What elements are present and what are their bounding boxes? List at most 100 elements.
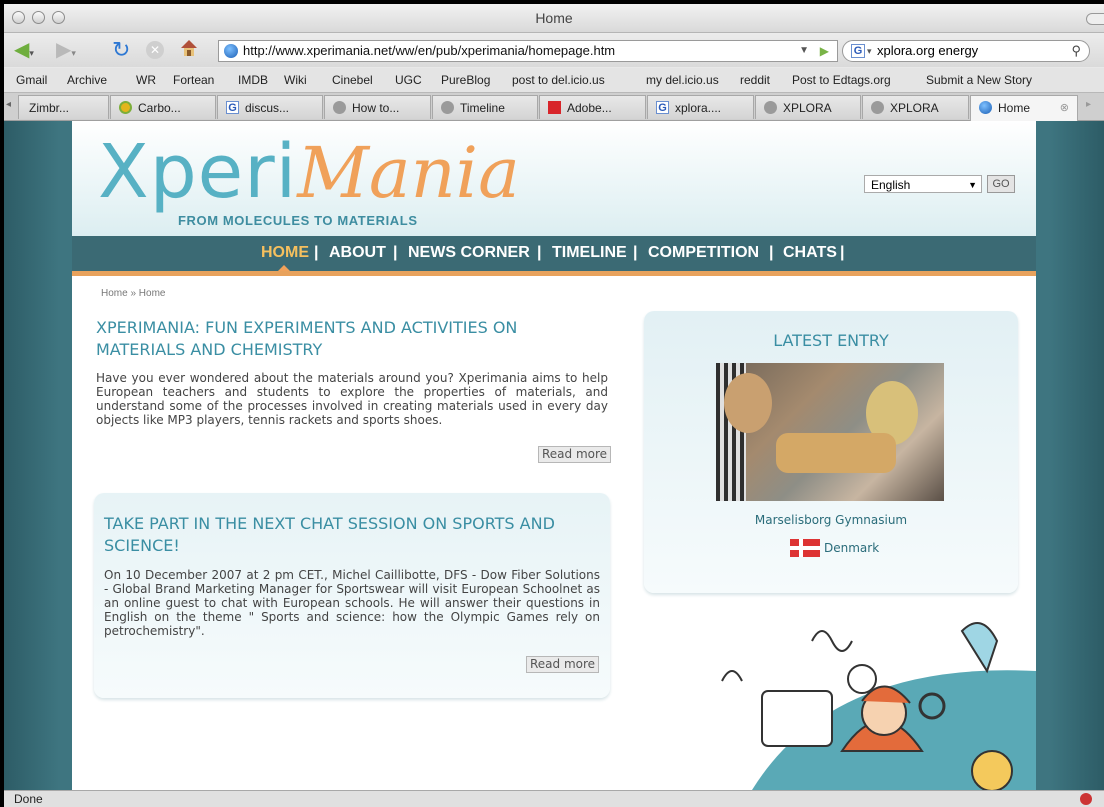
nav-timeline[interactable]: TIMELINE — [552, 244, 627, 262]
tab-scroll-right-icon[interactable]: ▸ — [1086, 99, 1091, 110]
read-more-button[interactable]: Read more — [538, 446, 612, 463]
tab[interactable]: XPLORA — [755, 95, 861, 119]
site-tagline: FROM MOLECULES TO MATERIALS — [178, 213, 418, 228]
search-box[interactable]: G ▾ xplora.org energy ⚲ — [842, 40, 1090, 62]
address-text: http://www.xperimania.net/ww/en/pub/xper… — [243, 43, 616, 58]
address-dropdown-icon[interactable]: ▼ — [799, 41, 809, 61]
entry-country: Denmark — [824, 541, 880, 555]
search-input[interactable]: xplora.org energy — [877, 41, 978, 61]
tab-label: Carbo... — [138, 101, 181, 115]
address-bar[interactable]: http://www.xperimania.net/ww/en/pub/xper… — [218, 40, 838, 62]
globe-icon — [764, 101, 777, 114]
tab[interactable]: Adobe... — [539, 95, 646, 119]
nav-about[interactable]: ABOUT — [329, 244, 386, 262]
google-icon: G — [226, 101, 239, 114]
bookmark-item[interactable]: Wiki — [284, 73, 307, 87]
bookmark-item[interactable]: post to del.icio.us — [512, 73, 605, 87]
home-icon[interactable] — [178, 37, 200, 64]
entry-photo[interactable] — [716, 363, 944, 501]
tab-bar: ◂ Zimbr... Carbo... Gdiscus... How to...… — [4, 93, 1104, 121]
tab[interactable]: XPLORA — [862, 95, 969, 119]
nav-separator: | — [633, 244, 638, 261]
tab-label: Timeline — [460, 101, 505, 115]
tab-label: XPLORA — [783, 101, 832, 115]
tab-label: How to... — [352, 101, 400, 115]
site-page: XperiMania FROM MOLECULES TO MATERIALS E… — [72, 121, 1036, 790]
search-engine-icon[interactable]: G — [851, 44, 865, 58]
tab-label: XPLORA — [890, 101, 939, 115]
forward-arrow-icon[interactable]: ▶▾ — [56, 39, 76, 64]
search-icon[interactable]: ⚲ — [1071, 41, 1081, 61]
tab-scroll-left-icon[interactable]: ◂ — [6, 99, 11, 110]
site-logo[interactable]: XperiMania — [98, 129, 520, 215]
read-more-button[interactable]: Read more — [526, 656, 600, 673]
reload-icon[interactable]: ↻ — [112, 39, 130, 61]
bookmark-item[interactable]: Archive — [67, 73, 107, 87]
nav-separator: | — [314, 244, 319, 261]
bookmark-item[interactable]: Submit a New Story — [926, 73, 1032, 87]
bookmarks-toolbar: Gmail Archive WR Fortean IMDB Wiki Cineb… — [4, 68, 1104, 93]
tab-active[interactable]: Home ⊗ — [970, 95, 1078, 121]
entry-school-name[interactable]: Marselisborg Gymnasium — [644, 513, 1018, 527]
addon-status-icon[interactable] — [1080, 793, 1092, 805]
nav-separator: | — [769, 244, 774, 261]
bookmark-item[interactable]: Post to Edtags.org — [792, 73, 891, 87]
navigation-toolbar: ◀▾ ▶▾ ↻ ✕ http://www.xperimania.net/ww/e… — [4, 33, 1104, 67]
tab[interactable]: Zimbr... — [18, 95, 109, 119]
bookmark-item[interactable]: reddit — [740, 73, 770, 87]
tab-close-icon[interactable]: ⊗ — [1060, 101, 1069, 114]
tab-label: Zimbr... — [29, 101, 70, 115]
back-arrow-icon[interactable]: ◀▾ — [14, 39, 34, 64]
article-title[interactable]: TAKE PART IN THE NEXT CHAT SESSION ON SP… — [104, 513, 574, 557]
bookmark-item[interactable]: my del.icio.us — [646, 73, 719, 87]
bookmark-item[interactable]: Cinebel — [332, 73, 373, 87]
latest-entry-heading: LATEST ENTRY — [773, 331, 889, 350]
logo-text-right: Mania — [297, 132, 520, 214]
bookmark-item[interactable]: Fortean — [173, 73, 214, 87]
nav-news-corner[interactable]: NEWS CORNER — [408, 244, 530, 262]
tab[interactable]: Carbo... — [110, 95, 216, 119]
nav-chats[interactable]: CHATS — [783, 244, 837, 262]
globe-icon — [979, 101, 992, 114]
go-arrow-icon[interactable]: ▶ — [820, 41, 829, 61]
window-title: Home — [535, 10, 573, 26]
article-body: On 10 December 2007 at 2 pm CET., Michel… — [104, 568, 600, 638]
chevron-down-icon: ▼ — [968, 180, 977, 190]
globe-icon — [333, 101, 346, 114]
bookmark-item[interactable]: UGC — [395, 73, 422, 87]
site-header: XperiMania FROM MOLECULES TO MATERIALS E… — [72, 121, 1036, 236]
language-go-button[interactable]: GO — [987, 175, 1015, 193]
globe-icon — [871, 101, 884, 114]
tab-label: Adobe... — [567, 101, 612, 115]
search-engine-dropdown-icon[interactable]: ▾ — [867, 41, 872, 61]
title-bar: Home — [4, 4, 1104, 33]
kids-illustration — [721, 622, 1036, 790]
nav-separator: | — [393, 244, 398, 261]
adobe-icon — [548, 101, 561, 114]
stop-icon[interactable]: ✕ — [146, 41, 164, 59]
language-select[interactable]: English ▼ — [864, 175, 982, 193]
tab-label: Home — [998, 101, 1031, 115]
bookmark-item[interactable]: Gmail — [16, 73, 47, 87]
nav-competition[interactable]: COMPETITION — [648, 244, 759, 262]
browser-window: Home ◀▾ ▶▾ ↻ ✕ http://www.xperimania.net… — [4, 4, 1104, 807]
google-icon: G — [656, 101, 669, 114]
article-title[interactable]: XPERIMANIA: FUN EXPERIMENTS AND ACTIVITI… — [96, 317, 566, 361]
nav-separator: | — [840, 244, 845, 261]
bookmark-item[interactable]: WR — [136, 73, 156, 87]
web-content: XperiMania FROM MOLECULES TO MATERIALS E… — [4, 121, 1104, 790]
toolbar-toggle-button[interactable] — [1086, 13, 1104, 25]
tab[interactable]: Gxplora.... — [647, 95, 754, 119]
bookmark-item[interactable]: PureBlog — [441, 73, 490, 87]
status-text: Done — [14, 792, 43, 806]
tab[interactable]: How to... — [324, 95, 431, 119]
main-navigation: HOME | ABOUT | NEWS CORNER | TIMELINE | … — [72, 236, 1036, 271]
bookmark-item[interactable]: IMDB — [238, 73, 268, 87]
tab[interactable]: Gdiscus... — [217, 95, 323, 119]
carbon-icon — [119, 101, 132, 114]
tab[interactable]: Timeline — [432, 95, 538, 119]
language-value: English — [871, 178, 911, 192]
nav-home[interactable]: HOME — [261, 244, 309, 262]
status-bar: Done — [4, 790, 1104, 807]
article-body: Have you ever wondered about the materia… — [96, 371, 608, 427]
